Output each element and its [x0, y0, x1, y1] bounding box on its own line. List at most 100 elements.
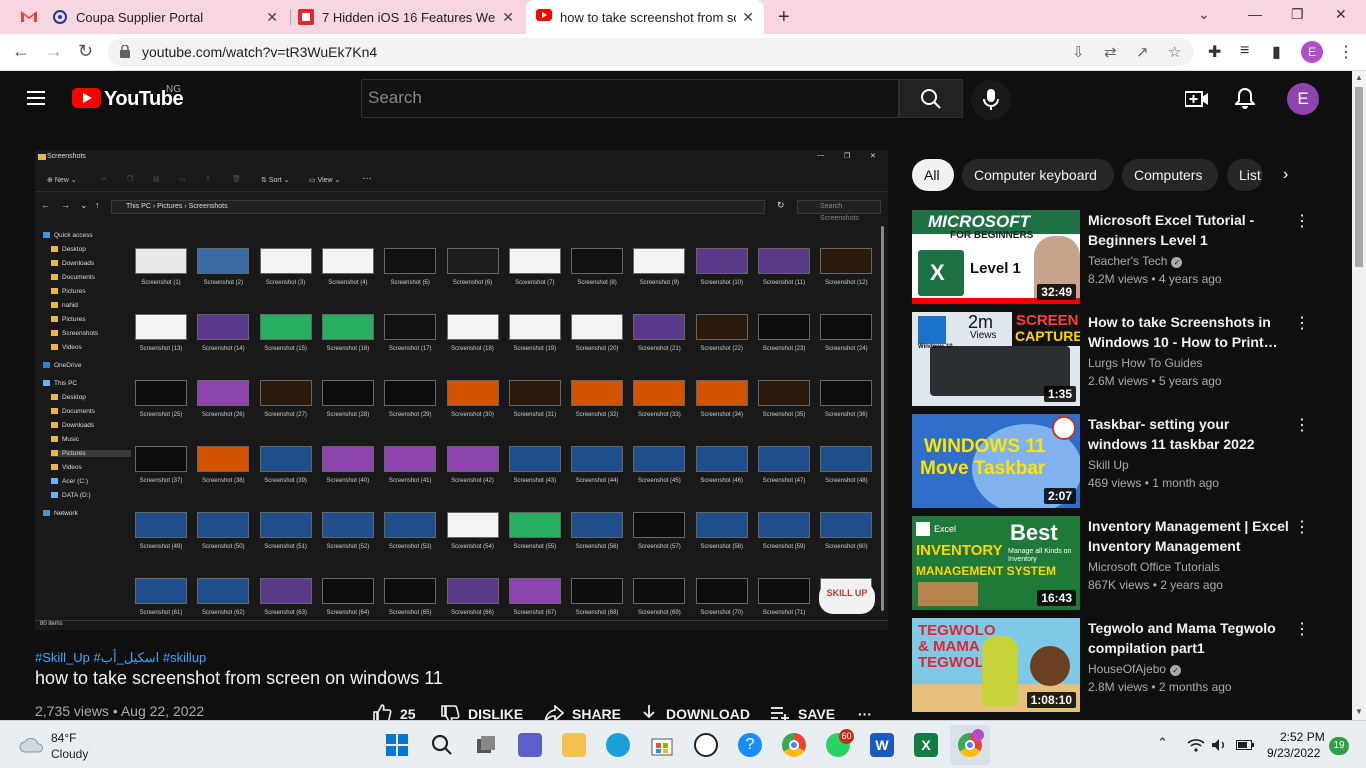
clock-date[interactable]: 9/23/2022 [1267, 746, 1320, 760]
notifications-bell-icon[interactable] [1235, 88, 1255, 110]
kebab-menu-icon[interactable]: ⋮ [1294, 621, 1310, 639]
recommendation-item[interactable]: MICROSOFT EXCEL FOR BEGINNERS X Level 1 … [912, 210, 1322, 304]
create-video-icon[interactable] [1185, 90, 1209, 108]
browser-menu-icon[interactable]: ⋮ [1338, 42, 1354, 62]
show-hidden-icons-chevron-icon[interactable]: ⌃ [1157, 735, 1168, 751]
close-tab-icon[interactable]: ✕ [502, 9, 514, 26]
tab-search-chevron-icon[interactable]: ⌄ [1198, 6, 1210, 23]
edge-browser-icon[interactable] [606, 733, 630, 757]
recommendation-title[interactable]: Microsoft Excel Tutorial - Beginners Lev… [1088, 210, 1290, 250]
browser-profile-avatar[interactable]: E [1301, 41, 1323, 63]
teams-chat-icon[interactable] [518, 733, 542, 757]
recommendation-item[interactable]: Excel Best Manage all Kinds on Inventory… [912, 516, 1322, 610]
recommendation-channel[interactable]: Lurgs How To Guides [1088, 356, 1203, 370]
recommendation-channel[interactable]: HouseOfAjebo ✓ [1088, 662, 1182, 676]
chip-list[interactable]: List [1227, 159, 1263, 191]
bookmark-star-icon[interactable]: ☆ [1168, 43, 1181, 61]
screenshot-filename: Screenshot (58) [700, 544, 744, 550]
clock-time[interactable]: 2:52 PM [1280, 730, 1325, 744]
kebab-menu-icon[interactable]: ⋮ [1294, 213, 1310, 231]
kebab-menu-icon[interactable]: ⋮ [1294, 519, 1310, 537]
windows-start-icon[interactable] [385, 733, 409, 757]
recommendation-item[interactable]: Windows 10 2m Views SCREEN CAPTURE 1:35 … [912, 312, 1322, 406]
volume-icon[interactable] [1211, 738, 1227, 752]
recommendation-thumbnail[interactable]: WINDOWS 11 Move Taskbar 2:07 [912, 414, 1080, 508]
lock-icon[interactable] [120, 45, 130, 58]
side-panel-icon[interactable]: ▮ [1272, 42, 1281, 62]
page-scrollbar[interactable]: ▲ ▼ [1352, 71, 1366, 720]
chip-computer-keyboard[interactable]: Computer keyboard [962, 159, 1114, 191]
chip-scroll-right-icon[interactable]: › [1283, 166, 1288, 184]
recommendation-title[interactable]: Inventory Management | Excel Inventory M… [1088, 516, 1290, 556]
recommendation-thumbnail[interactable]: TEGWOLO & MAMA TEGWOLO 1:08:10 [912, 618, 1080, 712]
recommendation-channel[interactable]: Skill Up [1088, 458, 1129, 472]
search-button[interactable] [899, 79, 963, 118]
screenshot-thumbnail [633, 446, 686, 472]
chip-all[interactable]: All [912, 159, 954, 191]
tab-coupa[interactable]: Coupa Supplier Portal ✕ [52, 0, 288, 34]
path-segment: Screenshots [188, 203, 228, 210]
recommendation-item[interactable]: WINDOWS 11 Move Taskbar 2:07 Taskbar- se… [912, 414, 1322, 508]
media-queue-icon[interactable]: ≡ [1240, 42, 1249, 60]
maximize-icon[interactable]: ❐ [1291, 6, 1304, 23]
cloud-weather-icon[interactable] [19, 735, 45, 753]
recommendation-thumbnail[interactable]: MICROSOFT EXCEL FOR BEGINNERS X Level 1 … [912, 210, 1080, 304]
microsoft-store-icon[interactable] [650, 733, 674, 757]
recommendation-channel[interactable]: Teacher's Tech ✓ [1088, 254, 1183, 268]
wifi-icon[interactable] [1187, 738, 1205, 752]
gmail-icon[interactable] [20, 9, 38, 23]
install-app-icon[interactable]: ⇩ [1072, 43, 1085, 61]
recommendation-channel[interactable]: Microsoft Office Tutorials [1088, 560, 1220, 574]
recommendation-title[interactable]: Tegwolo and Mama Tegwolo compilation par… [1088, 618, 1290, 658]
scroll-down-arrow-icon[interactable]: ▼ [1355, 707, 1363, 716]
youtube-logo-icon[interactable] [72, 88, 101, 108]
page-scrollbar-thumb[interactable] [1355, 87, 1363, 267]
voice-search-button[interactable] [971, 80, 1011, 120]
word-icon[interactable]: W [870, 733, 894, 757]
address-bar[interactable]: youtube.com/watch?v=tR3WuEk7Kn4 ⇩ ⇄ ↗ ☆ [108, 38, 1194, 66]
extensions-puzzle-icon[interactable]: ✚ [1208, 42, 1221, 62]
translate-icon[interactable]: ⇄ [1104, 43, 1117, 61]
path-segment: Pictures [157, 203, 183, 210]
kebab-menu-icon[interactable]: ⋮ [1294, 315, 1310, 333]
close-window-icon[interactable]: ✕ [1335, 6, 1347, 23]
search-taskbar-icon[interactable] [430, 733, 454, 757]
excel-icon[interactable]: X [914, 733, 938, 757]
chrome-icon[interactable] [782, 733, 806, 757]
get-help-icon[interactable]: ? [738, 733, 762, 757]
video-player[interactable]: Screenshots — ❐ ✕ ⊕ New ⌄ ✂ ❐ ▤ ▭ ⇪ 🗑 ⇅ … [35, 150, 888, 630]
recommendation-title[interactable]: How to take Screenshots in Windows 10 - … [1088, 312, 1290, 352]
close-tab-icon[interactable]: ✕ [742, 9, 754, 26]
notification-count-badge[interactable]: 19 [1329, 737, 1349, 755]
github-icon[interactable] [694, 733, 718, 757]
reload-icon[interactable]: ↻ [78, 41, 93, 62]
close-tab-icon[interactable]: ✕ [266, 9, 278, 26]
chip-computers[interactable]: Computers [1122, 159, 1218, 191]
screenshot-filename: Screenshot (19) [513, 346, 557, 352]
recommendation-thumbnail[interactable]: Excel Best Manage all Kinds on Inventory… [912, 516, 1080, 610]
hamburger-menu-icon[interactable] [27, 91, 45, 105]
recommendation-thumbnail[interactable]: Windows 10 2m Views SCREEN CAPTURE 1:35 [912, 312, 1080, 406]
scroll-up-arrow-icon[interactable]: ▲ [1355, 73, 1363, 82]
weather-condition[interactable]: Cloudy [51, 747, 88, 761]
battery-icon[interactable] [1236, 740, 1254, 750]
recommendation-title[interactable]: Taskbar- setting your windows 11 taskbar… [1088, 414, 1290, 454]
file-explorer-icon[interactable] [562, 733, 586, 757]
share-icon[interactable]: ↗ [1136, 43, 1149, 61]
recommendation-item[interactable]: TEGWOLO & MAMA TEGWOLO 1:08:10 Tegwolo a… [912, 618, 1322, 712]
explorer-address-row: ← → ⌄ ↑ This PC › Pictures › Screenshots… [35, 196, 888, 222]
tab-ios-features[interactable]: 7 Hidden iOS 16 Features We We ✕ [298, 0, 524, 34]
tab-youtube-active[interactable]: how to take screenshot from scre ✕ [526, 0, 764, 34]
screenshot-filename: Screenshot (44) [575, 478, 619, 484]
video-hashtags[interactable]: #Skill_Up #اسكيل_أب #skillup [35, 650, 206, 666]
kebab-menu-icon[interactable]: ⋮ [1294, 417, 1310, 435]
user-avatar[interactable]: E [1287, 83, 1319, 115]
forward-arrow-icon[interactable]: → [45, 41, 63, 62]
new-tab-button[interactable]: + [778, 6, 798, 29]
recommendation-stats: 867K views • 2 years ago [1088, 578, 1223, 592]
weather-temperature[interactable]: 84°F [51, 731, 76, 745]
minimize-icon[interactable]: — [1248, 6, 1262, 22]
back-arrow-icon[interactable]: ← [12, 41, 30, 62]
search-input[interactable] [368, 88, 888, 108]
task-view-icon[interactable] [474, 733, 498, 757]
